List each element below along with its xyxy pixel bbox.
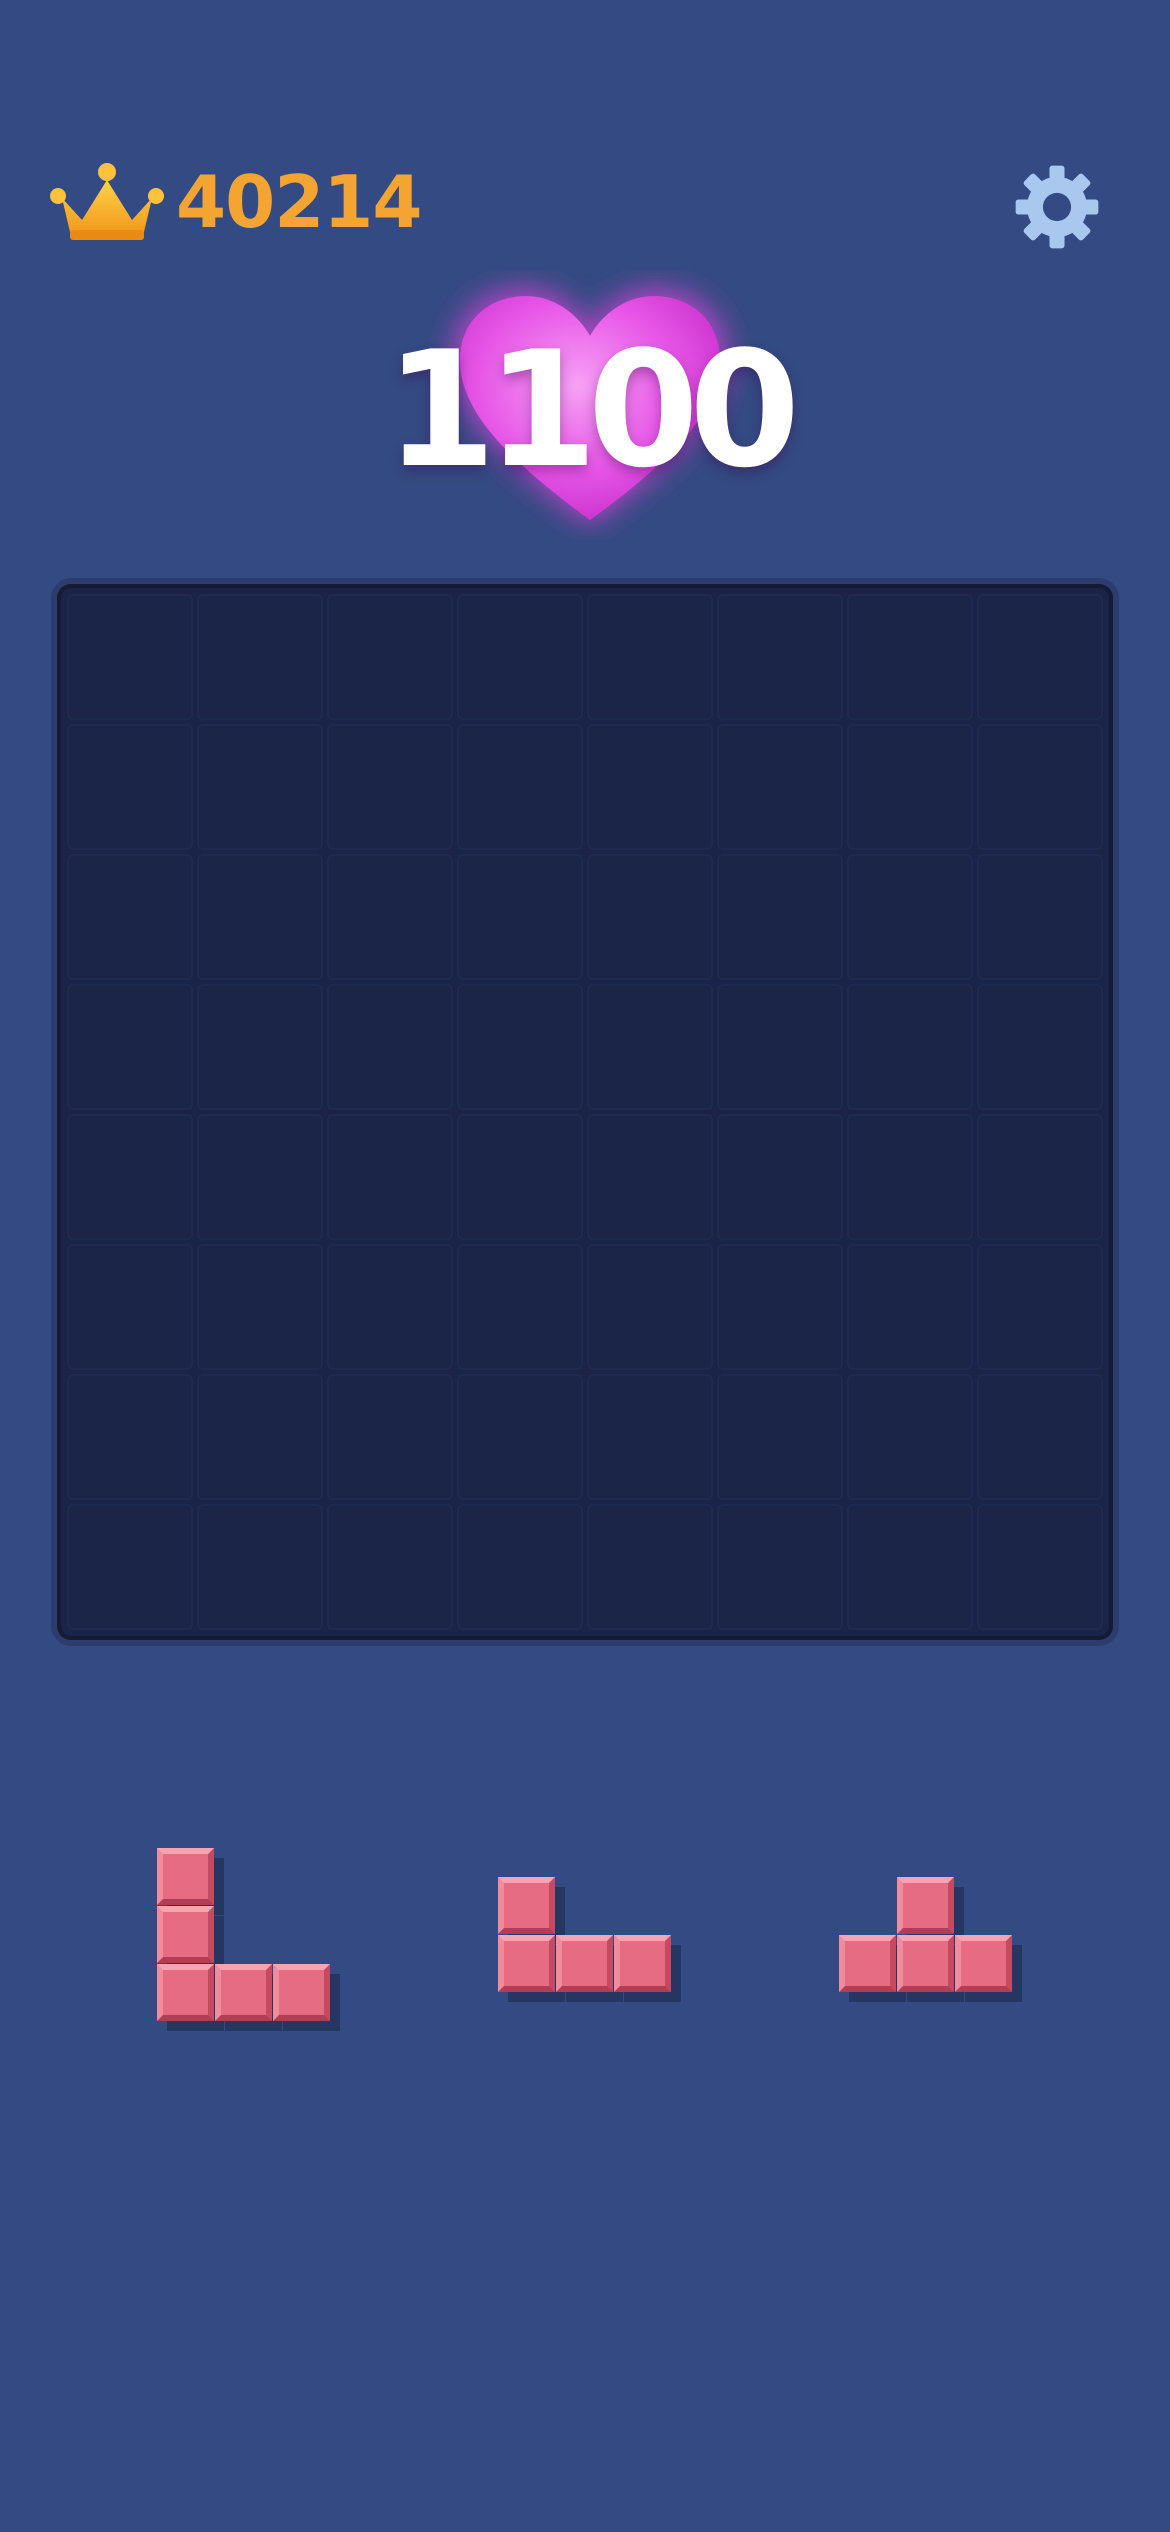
board-cell[interactable]: [587, 724, 713, 850]
board-cell[interactable]: [847, 1374, 973, 1500]
game-screen: 40214 1100: [0, 0, 1170, 2532]
board-cell[interactable]: [587, 1504, 713, 1630]
board-cell[interactable]: [847, 1504, 973, 1630]
board-cell[interactable]: [847, 854, 973, 980]
board-cell[interactable]: [717, 724, 843, 850]
board-cell[interactable]: [197, 1114, 323, 1240]
board-cell[interactable]: [847, 1244, 973, 1370]
board-cell[interactable]: [197, 594, 323, 720]
board-cell[interactable]: [717, 984, 843, 1110]
board-cell[interactable]: [587, 1114, 713, 1240]
board-cell[interactable]: [67, 1374, 193, 1500]
board-cell[interactable]: [977, 1374, 1103, 1500]
board-cell[interactable]: [457, 724, 583, 850]
board-cell[interactable]: [327, 724, 453, 850]
board-cell[interactable]: [327, 1244, 453, 1370]
board-cell[interactable]: [67, 1244, 193, 1370]
board-cell[interactable]: [197, 1374, 323, 1500]
piece-block: [273, 1964, 330, 2021]
board-cell[interactable]: [717, 1114, 843, 1240]
piece-block: [157, 1906, 214, 1963]
board-cell[interactable]: [457, 1244, 583, 1370]
board-cell[interactable]: [977, 724, 1103, 850]
board-cell[interactable]: [717, 1504, 843, 1630]
board-cell[interactable]: [457, 984, 583, 1110]
board-cell[interactable]: [197, 1244, 323, 1370]
board-cell[interactable]: [67, 724, 193, 850]
piece-block: [897, 1935, 954, 1992]
board-cell[interactable]: [587, 1244, 713, 1370]
board-cell[interactable]: [197, 854, 323, 980]
piece-l-shape[interactable]: [157, 1848, 341, 2032]
board-cell[interactable]: [457, 1374, 583, 1500]
board-cell[interactable]: [197, 984, 323, 1110]
game-board[interactable]: [57, 584, 1113, 1640]
board-cell[interactable]: [327, 854, 453, 980]
current-score: 1100: [385, 316, 800, 503]
board-cell[interactable]: [457, 854, 583, 980]
board-cell[interactable]: [457, 1504, 583, 1630]
board-cell[interactable]: [977, 594, 1103, 720]
piece-block: [498, 1877, 555, 1934]
board-cell[interactable]: [717, 594, 843, 720]
board-cell[interactable]: [587, 984, 713, 1110]
best-score: 40214: [176, 160, 422, 244]
board-cell[interactable]: [327, 1114, 453, 1240]
piece-block: [955, 1935, 1012, 1992]
board-cell[interactable]: [67, 1504, 193, 1630]
board-cell[interactable]: [977, 984, 1103, 1110]
piece-block: [215, 1964, 272, 2021]
board-cell[interactable]: [67, 984, 193, 1110]
board-cell[interactable]: [327, 594, 453, 720]
piece-j-shape[interactable]: [498, 1877, 682, 2003]
board-cell[interactable]: [327, 1374, 453, 1500]
board-cell[interactable]: [457, 594, 583, 720]
board-cell[interactable]: [977, 1504, 1103, 1630]
board-cell[interactable]: [977, 1244, 1103, 1370]
piece-block: [556, 1935, 613, 1992]
board-cell[interactable]: [847, 1114, 973, 1240]
board-cell[interactable]: [717, 1244, 843, 1370]
board-cell[interactable]: [457, 1114, 583, 1240]
piece-block: [157, 1964, 214, 2021]
crown-icon: [50, 163, 164, 240]
board-cell[interactable]: [587, 594, 713, 720]
board-cell[interactable]: [197, 1504, 323, 1630]
board-cell[interactable]: [197, 724, 323, 850]
settings-button[interactable]: [1010, 160, 1104, 254]
board-cell[interactable]: [977, 1114, 1103, 1240]
board-cell[interactable]: [847, 594, 973, 720]
board-cell[interactable]: [847, 724, 973, 850]
board-cell[interactable]: [67, 854, 193, 980]
board-cell[interactable]: [977, 854, 1103, 980]
board-cell[interactable]: [67, 1114, 193, 1240]
board-cell[interactable]: [587, 1374, 713, 1500]
piece-l-flat-shape[interactable]: [839, 1877, 1023, 2003]
board-cell[interactable]: [847, 984, 973, 1110]
board-cell[interactable]: [67, 594, 193, 720]
board-grid: [67, 594, 1103, 1630]
board-cell[interactable]: [327, 984, 453, 1110]
board-cell[interactable]: [717, 1374, 843, 1500]
piece-block: [614, 1935, 671, 1992]
piece-block: [897, 1877, 954, 1934]
piece-block: [157, 1848, 214, 1905]
piece-block: [498, 1935, 555, 1992]
board-cell[interactable]: [717, 854, 843, 980]
board-cell[interactable]: [327, 1504, 453, 1630]
piece-block: [839, 1935, 896, 1992]
board-cell[interactable]: [587, 854, 713, 980]
